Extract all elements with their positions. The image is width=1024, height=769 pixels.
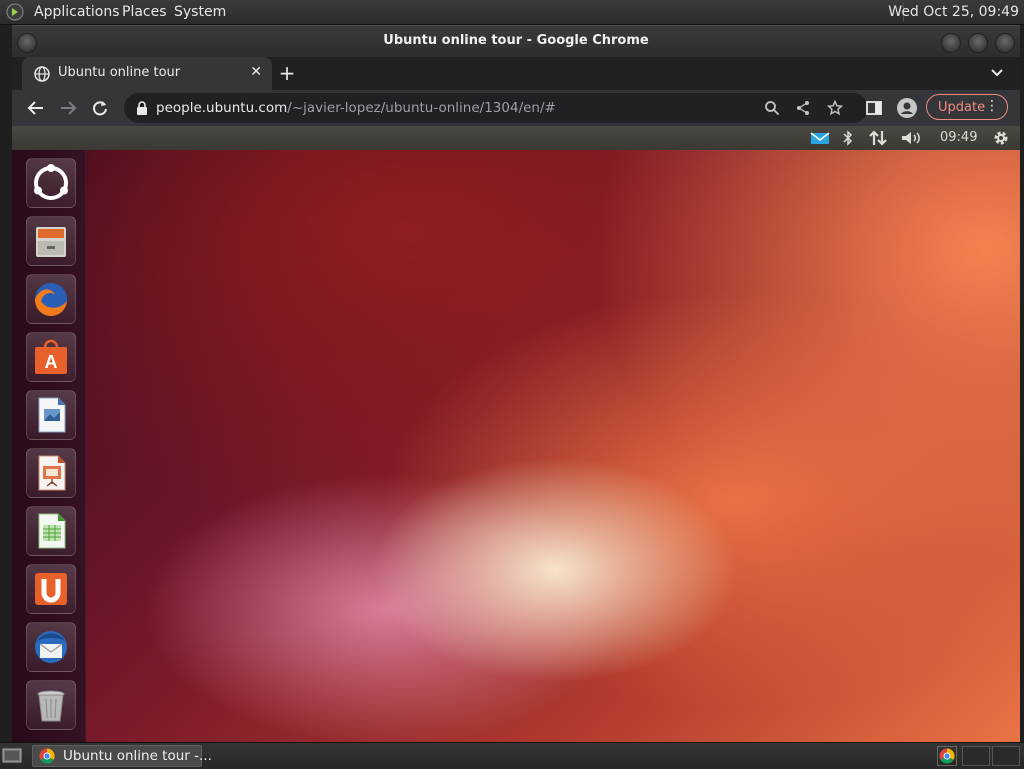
side-panel-icon[interactable] — [865, 99, 883, 117]
volume-icon[interactable] — [900, 129, 922, 147]
launcher-item-files[interactable] — [26, 216, 76, 266]
top-panel: Applications Places System Wed Oct 25, 0… — [0, 0, 1024, 25]
workspace-2[interactable] — [992, 746, 1020, 766]
launcher-item-thunderbird[interactable] — [26, 622, 76, 672]
launcher-item-software-center[interactable]: A — [26, 332, 76, 382]
reload-icon[interactable] — [91, 99, 109, 117]
session-gear-icon[interactable] — [992, 129, 1010, 147]
libreoffice-impress-icon — [38, 455, 66, 491]
launcher-item-firefox[interactable] — [26, 274, 76, 324]
libreoffice-calc-icon — [38, 513, 66, 549]
unity-top-panel: 09:49 — [12, 126, 1020, 150]
files-icon — [36, 227, 66, 257]
kebab-menu-icon[interactable]: ⋮ — [985, 98, 999, 114]
unity-launcher: A — [12, 150, 86, 742]
svg-text:A: A — [45, 352, 58, 372]
taskbar-window-label: Ubuntu online tour -... — [63, 748, 212, 764]
chevron-down-icon[interactable] — [990, 66, 1004, 80]
new-tab-button[interactable]: + — [274, 61, 300, 85]
ubuntu-one-icon — [35, 573, 67, 605]
share-icon[interactable] — [795, 100, 811, 116]
search-icon[interactable] — [764, 100, 780, 116]
close-tab-icon[interactable]: ✕ — [250, 64, 262, 80]
workspace-1[interactable] — [962, 746, 990, 766]
ubuntu-wallpaper — [85, 150, 1020, 742]
bluetooth-icon[interactable] — [842, 129, 854, 147]
tray-chrome-icon[interactable] — [937, 746, 957, 766]
taskbar-window-button[interactable]: Ubuntu online tour -... — [32, 745, 212, 767]
url-text[interactable]: people.ubuntu.com/~javier-lopez/ubuntu-o… — [156, 100, 556, 116]
lock-icon[interactable] — [136, 101, 148, 115]
address-bar[interactable]: people.ubuntu.com/~javier-lopez/ubuntu-o… — [124, 93, 868, 123]
ubuntu-dash-icon — [34, 164, 68, 200]
launcher-item-ubuntu-one[interactable] — [26, 564, 76, 614]
applications-menu[interactable]: Applications — [34, 3, 120, 21]
panel-clock[interactable]: Wed Oct 25, 09:49 — [888, 3, 1019, 21]
bookmark-star-icon[interactable] — [827, 100, 843, 116]
window-title: Ubuntu online tour - Google Chrome — [383, 33, 649, 48]
url-path: /~javier-lopez/ubuntu-online/1304/en/# — [287, 100, 556, 116]
chrome-icon — [39, 748, 55, 764]
firefox-icon — [34, 283, 67, 317]
network-updown-icon[interactable] — [868, 129, 888, 147]
update-button[interactable]: Update ⋮ — [926, 94, 1008, 120]
launcher-item-calc[interactable] — [26, 506, 76, 556]
mail-envelope-icon[interactable] — [810, 129, 830, 147]
libreoffice-writer-icon — [38, 397, 66, 433]
launcher-item-trash[interactable] — [26, 680, 76, 730]
profile-avatar-icon[interactable] — [897, 98, 917, 118]
places-menu[interactable]: Places — [122, 3, 167, 21]
thunderbird-icon — [35, 631, 67, 663]
gnome-foot-icon[interactable] — [6, 3, 24, 21]
software-center-icon: A — [35, 339, 67, 374]
back-arrow-icon[interactable] — [27, 99, 45, 117]
window-titlebar[interactable]: Ubuntu online tour - Google Chrome — [12, 25, 1020, 58]
bottom-panel: Ubuntu online tour -... — [0, 742, 1024, 769]
launcher-item-writer[interactable] — [26, 390, 76, 440]
close-window-button[interactable] — [995, 33, 1015, 53]
tab-ubuntu-online-tour[interactable]: Ubuntu online tour ✕ — [22, 57, 272, 90]
trash-icon — [37, 690, 65, 722]
maximize-button[interactable] — [968, 33, 988, 53]
update-label: Update — [938, 100, 986, 115]
minimize-button[interactable] — [941, 33, 961, 53]
launcher-item-dash[interactable] — [26, 158, 76, 208]
show-desktop-icon[interactable] — [2, 747, 22, 765]
launcher-item-impress[interactable] — [26, 448, 76, 498]
forward-arrow-icon[interactable] — [59, 99, 77, 117]
tab-label: Ubuntu online tour — [58, 65, 181, 80]
browser-toolbar: people.ubuntu.com/~javier-lopez/ubuntu-o… — [12, 90, 1020, 126]
globe-icon — [34, 66, 50, 82]
url-host: people.ubuntu.com — [156, 100, 288, 116]
tab-strip: Ubuntu online tour ✕ + — [12, 57, 1020, 90]
web-page-content: 09:49 A — [12, 126, 1020, 742]
unity-panel-clock[interactable]: 09:49 — [940, 130, 977, 145]
system-menu[interactable]: System — [174, 3, 226, 21]
